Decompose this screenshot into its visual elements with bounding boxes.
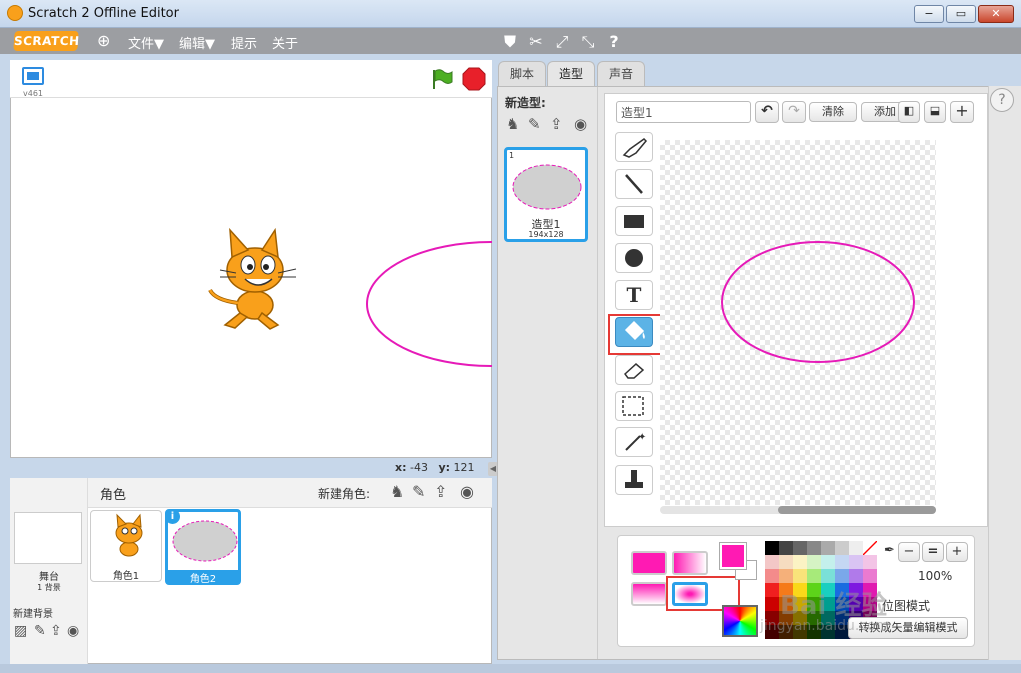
upload-costume-icon[interactable]: ⇪ (550, 115, 563, 133)
baidu-watermark-url: jingyan.baidu.com (760, 618, 890, 634)
fill-solid-swatch[interactable] (631, 551, 667, 575)
baidu-watermark: Bai 经验 (780, 591, 888, 621)
costume-name-input[interactable] (616, 101, 751, 123)
fill-vertical-gradient-swatch[interactable] (631, 582, 667, 606)
menu-edit[interactable]: 编辑▼ (179, 33, 215, 52)
tab-costumes[interactable]: 造型 (547, 61, 595, 88)
zoom-in-icon[interactable]: + (946, 542, 968, 562)
canvas-scrollbar-thumb[interactable] (778, 506, 936, 514)
menu-about[interactable]: 关于 (272, 33, 298, 52)
brush-tool-icon[interactable] (615, 132, 653, 162)
menu-bar: SCRATCH ⊕ 文件▼ 编辑▼ 提示 关于 ⛊ ✂ ⤢ ⤡ ? (0, 28, 1021, 54)
undo-icon[interactable]: ↶ (755, 101, 779, 123)
redo-icon[interactable]: ↷ (782, 101, 806, 123)
select-tool-icon[interactable] (615, 391, 653, 421)
camera-backdrop-icon[interactable]: ◉ (67, 623, 79, 639)
drawn-ellipse[interactable] (720, 240, 916, 370)
fullscreen-icon[interactable] (22, 67, 44, 85)
stamp-tool-icon[interactable] (615, 465, 653, 495)
set-center-icon[interactable]: + (950, 101, 974, 123)
help-block-icon[interactable]: ? (604, 32, 624, 51)
zoom-level: 100% (918, 569, 953, 583)
maximize-button[interactable]: ▭ (946, 5, 976, 23)
sprite-name: 角色2 (168, 570, 238, 585)
mouse-coordinates: x: -43 y: 121 (395, 461, 475, 474)
zoom-out-icon[interactable]: − (898, 542, 920, 562)
ellipse-tool-icon[interactable] (615, 243, 653, 273)
window-bottom-edge (0, 664, 1021, 673)
globe-icon[interactable]: ⊕ (97, 31, 110, 50)
sprite2-on-stage[interactable] (365, 240, 492, 370)
costume-library-icon[interactable]: ♞ (506, 115, 519, 133)
duplicate-stamp-icon[interactable]: ⛊ (500, 32, 520, 52)
eyedropper-icon[interactable]: ✒ (884, 543, 895, 558)
svg-text:✦: ✦ (638, 432, 646, 443)
cat-sprite-on-stage[interactable] (200, 225, 300, 330)
line-tool-icon[interactable] (615, 169, 653, 199)
canvas-scrollbar[interactable] (660, 506, 936, 514)
stop-sign-icon[interactable] (462, 67, 486, 91)
scratch-logo[interactable]: SCRATCH (13, 31, 80, 51)
costume-preview (512, 164, 582, 210)
magic-wand-tool-icon[interactable]: ✦ (615, 427, 653, 457)
ellipse-thumbnail-icon (172, 520, 238, 562)
upload-sprite-icon[interactable]: ⇪ (434, 482, 447, 501)
tab-sounds[interactable]: 声音 (597, 61, 645, 87)
window-title: Scratch 2 Offline Editor (28, 6, 179, 21)
shrink-icon[interactable]: ⤡ (578, 32, 598, 52)
stage-column: 舞台 1 背景 新建背景 ▨ ✎ ⇪ ◉ (10, 478, 88, 664)
tips-strip (988, 86, 1021, 660)
costume-list: 新造型: ♞ ✎ ⇪ ◉ 1 造型1 194x128 (498, 87, 598, 659)
help-icon[interactable]: ? (990, 88, 1014, 112)
cut-scissors-icon[interactable]: ✂ (526, 32, 546, 51)
color-wheel-icon[interactable] (722, 605, 758, 637)
fill-horizontal-gradient-swatch[interactable] (672, 551, 708, 575)
clear-button[interactable]: 清除 (809, 102, 857, 122)
bitmap-mode-label: 位图模式 (882, 599, 931, 613)
flip-horizontal-icon[interactable]: ◧ (898, 101, 920, 123)
menu-tips[interactable]: 提示 (231, 33, 257, 52)
minimize-button[interactable]: − (914, 5, 944, 23)
backdrop-count: 1 背景 (37, 583, 61, 592)
camera-sprite-icon[interactable]: ◉ (460, 482, 474, 501)
sprites-title: 角色 (100, 488, 127, 503)
new-sprite-label: 新建角色: (318, 487, 371, 501)
app-icon (7, 5, 23, 21)
grow-icon[interactable]: ⤢ (552, 32, 572, 52)
costume-size: 194x128 (528, 230, 564, 239)
zoom-reset-icon[interactable]: = (922, 542, 944, 562)
costume-thumbnail[interactable]: 1 造型1 194x128 (504, 147, 588, 242)
sprite-thumbnail-1[interactable]: 角色1 (90, 510, 162, 582)
flip-vertical-icon[interactable]: ⬓ (924, 101, 946, 123)
sprite-header: 角色 新建角色: ♞ ✎ ⇪ ◉ (88, 478, 492, 508)
rectangle-tool-icon[interactable] (615, 206, 653, 236)
costume-index: 1 (509, 151, 515, 160)
cat-thumbnail-icon (115, 513, 143, 557)
sprite-library-icon[interactable]: ♞ (390, 482, 404, 501)
new-costume-label: 新造型: (505, 96, 546, 110)
stage-label: 舞台 (39, 572, 59, 583)
new-backdrop-label: 新建背景 (13, 609, 53, 620)
tab-scripts[interactable]: 脚本 (498, 61, 546, 87)
paint-backdrop-icon[interactable]: ✎ (34, 623, 46, 639)
primary-color[interactable] (719, 542, 747, 570)
sprite-name: 角色1 (112, 571, 140, 582)
stage-thumbnail[interactable] (14, 512, 82, 564)
menu-file[interactable]: 文件▼ (128, 33, 164, 52)
camera-costume-icon[interactable]: ◉ (574, 115, 587, 133)
info-icon[interactable]: i (165, 509, 180, 524)
stage-toolbar (10, 60, 492, 98)
close-button[interactable]: ✕ (978, 5, 1014, 23)
version-label: v461 (23, 89, 44, 98)
upload-backdrop-icon[interactable]: ⇪ (50, 623, 62, 639)
eraser-tool-icon[interactable] (615, 355, 653, 385)
paint-sprite-icon[interactable]: ✎ (412, 482, 425, 501)
window-titlebar: Scratch 2 Offline Editor − ▭ ✕ (0, 0, 1021, 28)
paint-canvas[interactable] (660, 140, 936, 505)
backdrop-library-icon[interactable]: ▨ (14, 623, 27, 639)
text-tool-icon[interactable]: T (615, 280, 653, 310)
green-flag-icon[interactable] (430, 67, 454, 91)
paint-costume-icon[interactable]: ✎ (528, 115, 541, 133)
